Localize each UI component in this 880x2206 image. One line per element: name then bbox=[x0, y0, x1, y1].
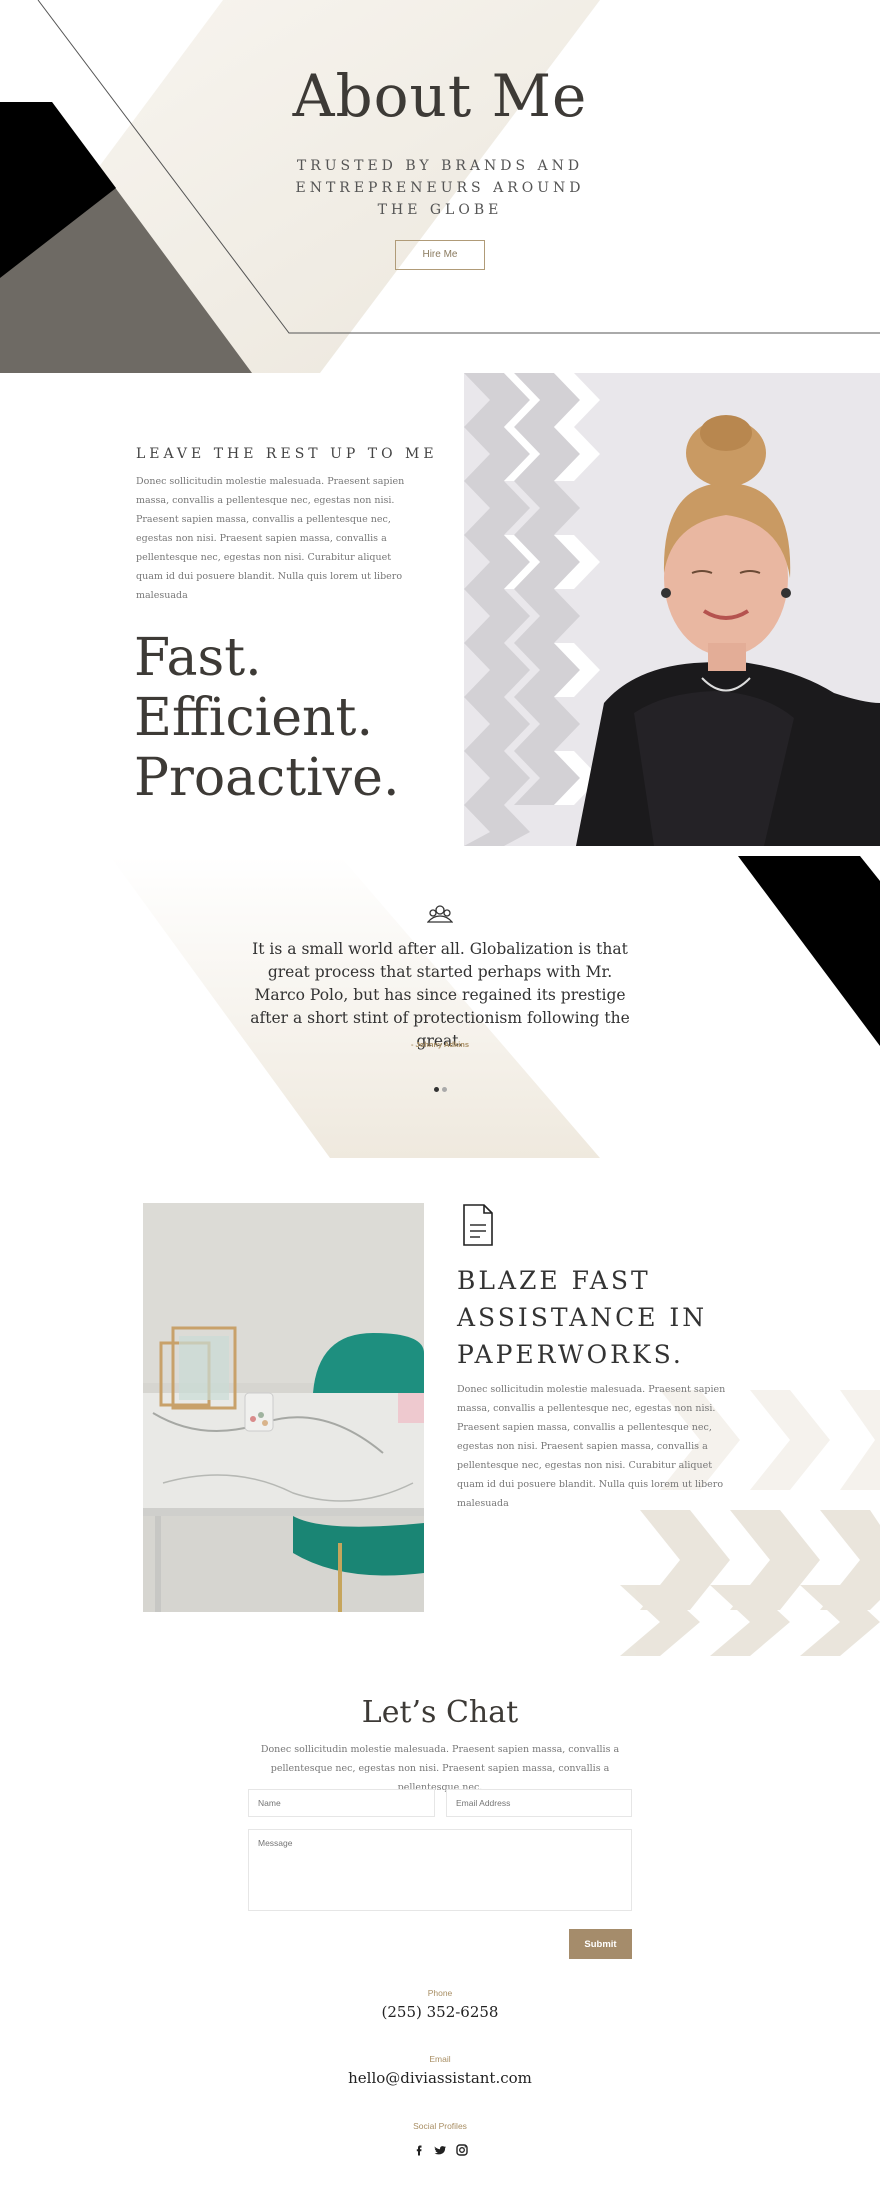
phone-number[interactable]: (255) 352-6258 bbox=[0, 2003, 880, 2021]
chat-title: Let’s Chat bbox=[361, 1695, 519, 1730]
twitter-icon[interactable] bbox=[433, 2142, 447, 2156]
testimonial-quote: It is a small world after all. Globaliza… bbox=[250, 940, 630, 1050]
slider-dot[interactable] bbox=[442, 1087, 447, 1092]
hero-section: About Me TRUSTED BY BRANDS AND ENTREPREN… bbox=[0, 0, 880, 373]
about-heading: LEAVE THE REST UP TO ME bbox=[136, 446, 438, 462]
desk-photo bbox=[143, 1203, 424, 1612]
about-photo bbox=[464, 373, 880, 846]
message-field[interactable] bbox=[248, 1829, 632, 1911]
social-profiles-label: Social Profiles bbox=[413, 2121, 467, 2131]
email-field[interactable] bbox=[446, 1789, 632, 1817]
paperwork-body-text: Donec sollicitudin molestie malesuada. P… bbox=[457, 1384, 726, 1509]
tagline-efficient: Efficient. bbox=[134, 688, 373, 748]
tagline-fast: Fast. bbox=[134, 628, 262, 688]
about-photo-illustration bbox=[464, 373, 880, 846]
about-body-text: Donec sollicitudin molestie malesuada. P… bbox=[136, 476, 405, 601]
hire-me-button[interactable]: Hire Me bbox=[395, 240, 485, 270]
desk-photo-illustration bbox=[143, 1203, 424, 1612]
slider-dot-active[interactable] bbox=[434, 1087, 439, 1092]
page-title: About Me bbox=[292, 62, 588, 130]
people-icon bbox=[426, 904, 454, 928]
phone-label: Phone bbox=[427, 1988, 453, 1998]
testimonial-author: - Johnny Adkins bbox=[410, 1040, 470, 1049]
email-address[interactable]: hello@diviassistant.com bbox=[0, 2069, 880, 2087]
facebook-icon[interactable] bbox=[412, 2142, 426, 2156]
instagram-icon[interactable] bbox=[455, 2142, 469, 2156]
email-label: Email bbox=[429, 2054, 451, 2064]
name-field[interactable] bbox=[248, 1789, 435, 1817]
document-icon bbox=[462, 1203, 494, 1251]
tagline-proactive: Proactive. bbox=[134, 748, 400, 808]
paperwork-heading: BLAZE FAST ASSISTANCE IN PAPERWORKS. bbox=[457, 1266, 708, 1369]
hero-subtitle: TRUSTED BY BRANDS AND ENTREPRENEURS AROU… bbox=[295, 158, 585, 218]
submit-button[interactable]: Submit bbox=[569, 1929, 632, 1959]
